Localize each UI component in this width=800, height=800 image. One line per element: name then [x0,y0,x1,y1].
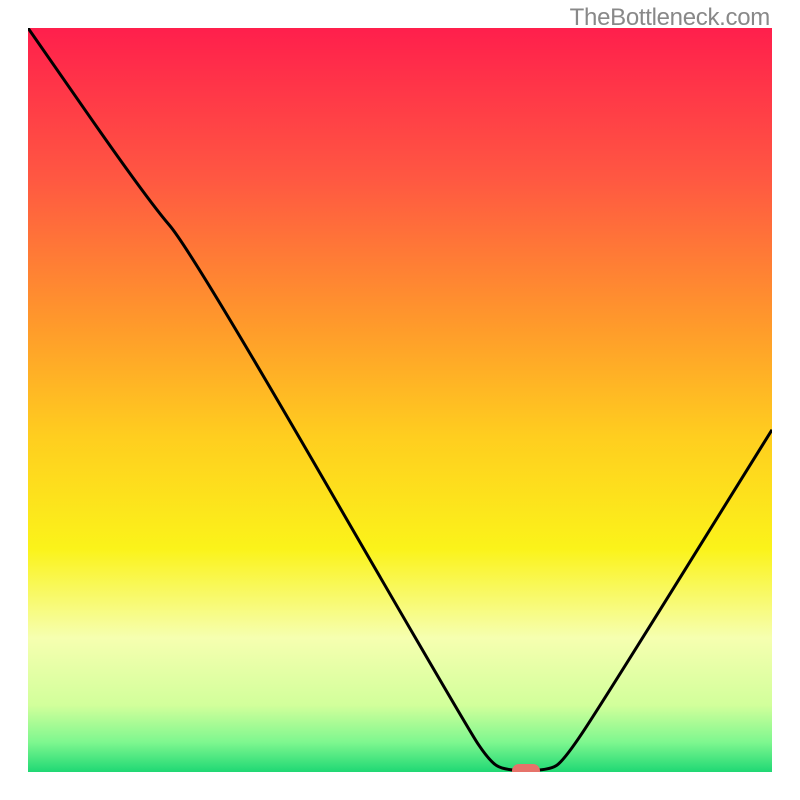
chart-container: TheBottleneck.com [0,0,800,800]
optimal-point-marker [512,764,540,773]
plot-area [28,28,772,772]
curve-line [28,28,772,771]
curve-layer [28,28,772,772]
